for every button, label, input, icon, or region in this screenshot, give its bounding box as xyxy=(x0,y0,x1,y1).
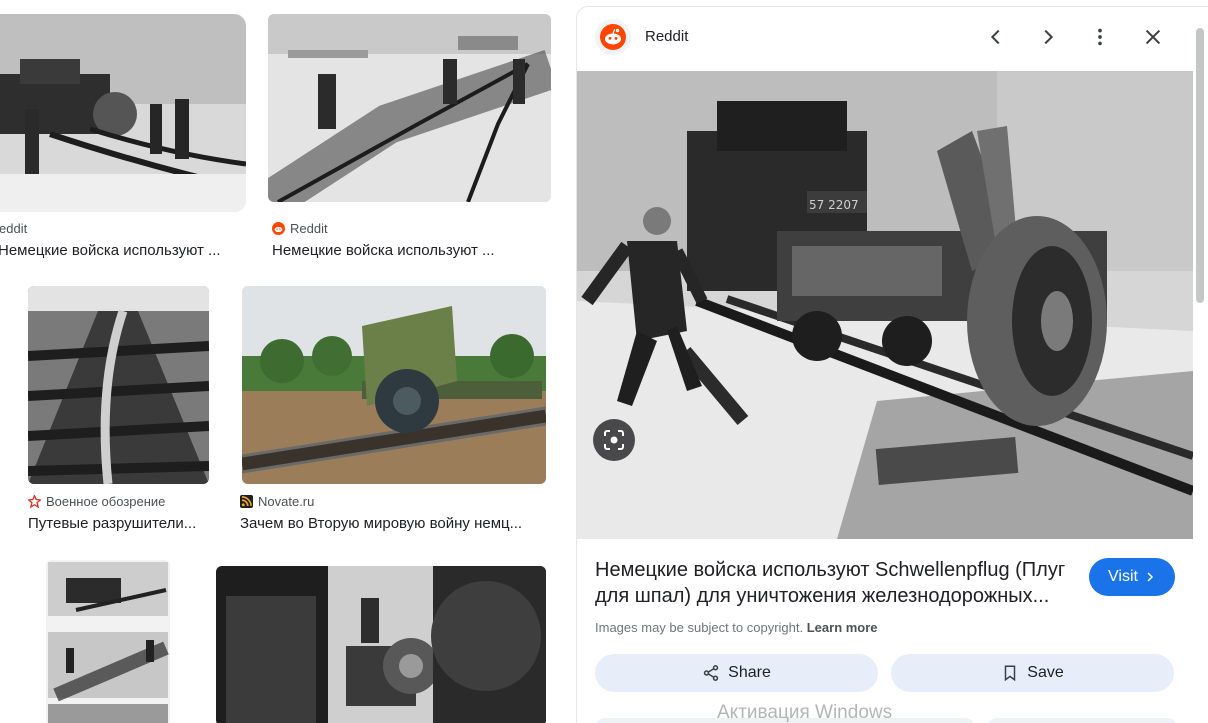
result-source[interactable]: Военное обозрение xyxy=(28,494,165,509)
chevron-right-icon xyxy=(1147,572,1154,582)
result-thumbnail[interactable] xyxy=(268,14,551,202)
result-source[interactable]: Novate.ru xyxy=(240,494,314,509)
result-source[interactable]: eddit xyxy=(0,221,27,236)
star-icon xyxy=(28,495,41,508)
result-card[interactable]: Reddit Немецкие войска используют ... xyxy=(262,0,558,270)
result-card[interactable]: Военное обозрение Путевые разрушители... xyxy=(20,280,220,540)
result-source[interactable]: Reddit xyxy=(272,221,328,236)
more-options-button[interactable] xyxy=(1084,21,1116,53)
result-thumbnail[interactable] xyxy=(28,286,209,484)
learn-more-link[interactable]: Learn more xyxy=(807,620,878,635)
related-row xyxy=(987,718,1177,723)
result-thumbnail[interactable] xyxy=(0,14,246,212)
result-card[interactable] xyxy=(210,556,550,723)
site-name[interactable]: Reddit xyxy=(645,28,688,45)
visit-button[interactable]: Visit xyxy=(1089,558,1175,596)
result-title[interactable]: Зачем во Вторую мировую войну немц... xyxy=(240,515,540,532)
previous-button[interactable] xyxy=(980,21,1012,53)
more-vert-icon xyxy=(1098,28,1102,46)
next-button[interactable] xyxy=(1032,21,1064,53)
result-title[interactable]: Немецкие войска используют ... xyxy=(272,242,542,259)
preview-title[interactable]: Немецкие войска используют Schwellenpflu… xyxy=(595,557,1075,609)
result-card[interactable]: Novate.ru Зачем во Вторую мировую войну … xyxy=(232,280,552,540)
chevron-right-icon xyxy=(1044,29,1054,45)
locomotive-number: 57 2207 xyxy=(809,198,859,212)
result-card[interactable] xyxy=(28,556,188,723)
share-button[interactable]: Share xyxy=(595,654,878,692)
panel-scrollbar[interactable] xyxy=(1196,28,1204,303)
preview-image[interactable]: 57 2207 xyxy=(577,71,1193,539)
result-thumbnail[interactable] xyxy=(46,560,170,723)
windows-activation-watermark: Активация Windows xyxy=(717,702,893,723)
share-icon xyxy=(703,665,719,681)
result-card[interactable]: eddit Немецкие войска используют ... xyxy=(0,0,250,270)
result-thumbnail[interactable] xyxy=(216,566,546,723)
lens-button[interactable] xyxy=(593,419,635,461)
novate-icon xyxy=(240,495,253,508)
save-button[interactable]: Save xyxy=(891,654,1174,692)
preview-panel: Reddit 57 2207 Немецкие войска использую… xyxy=(576,6,1208,723)
preview-header: Reddit xyxy=(577,7,1197,71)
bookmark-icon xyxy=(1005,665,1016,682)
result-title[interactable]: Немецкие войска используют ... xyxy=(0,242,230,259)
reddit-icon xyxy=(272,222,285,235)
image-results-grid: eddit Немецкие войска используют ... Red… xyxy=(0,0,570,723)
reddit-icon xyxy=(600,24,626,50)
close-button[interactable] xyxy=(1137,21,1169,53)
chevron-left-icon xyxy=(990,29,1000,45)
close-icon xyxy=(1145,29,1161,45)
lens-icon xyxy=(604,430,624,450)
copyright-notice: Images may be subject to copyright. Lear… xyxy=(595,620,878,635)
site-logo[interactable] xyxy=(595,19,631,55)
result-thumbnail[interactable] xyxy=(242,286,546,484)
result-title[interactable]: Путевые разрушители... xyxy=(28,515,212,532)
